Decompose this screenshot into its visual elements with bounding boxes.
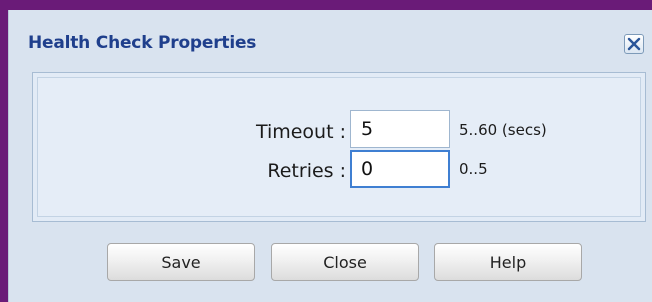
close-button[interactable]: Close: [271, 243, 419, 281]
dialog-close-button[interactable]: [624, 34, 644, 54]
retries-label: Retries :: [267, 160, 346, 182]
save-button[interactable]: Save: [107, 243, 255, 281]
timeout-input[interactable]: [350, 110, 450, 148]
timeout-label: Timeout :: [255, 121, 346, 143]
timeout-range-hint: 5..60 (secs): [459, 121, 547, 139]
properties-panel-inner: Timeout : 5..60 (secs) Retries : 0..5: [37, 77, 641, 217]
retries-range-hint: 0..5: [459, 160, 488, 178]
dialog-title: Health Check Properties: [28, 33, 257, 53]
close-x-icon: [627, 37, 641, 51]
properties-panel: Timeout : 5..60 (secs) Retries : 0..5: [32, 72, 646, 222]
health-check-dialog: Health Check Properties Timeout : 5..60 …: [8, 10, 652, 302]
retries-input[interactable]: [350, 150, 450, 188]
dialog-title-bar: Health Check Properties: [9, 10, 652, 70]
help-button[interactable]: Help: [434, 243, 582, 281]
